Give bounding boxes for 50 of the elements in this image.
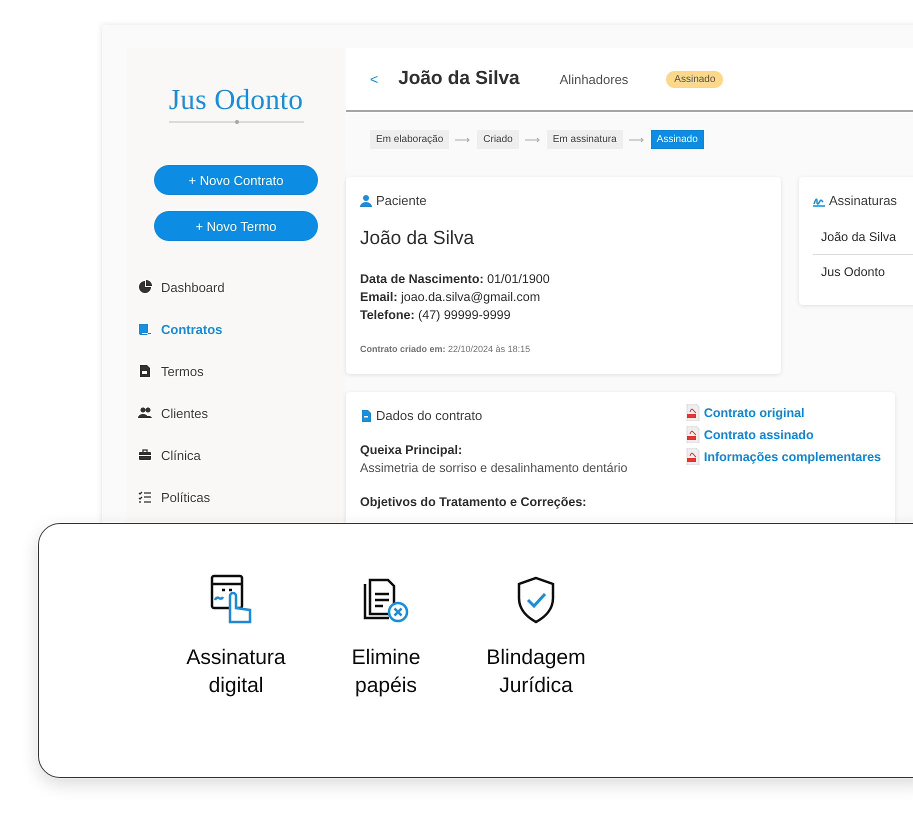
nav-icon xyxy=(138,490,152,504)
pdf-icon xyxy=(686,426,700,443)
feature-label: Elimine papéis xyxy=(352,645,420,699)
back-button[interactable]: < xyxy=(370,71,378,87)
new-button[interactable]: + Novo Contrato xyxy=(154,165,318,195)
section-text: Assimetria de sorriso e desalinhamento dentário xyxy=(360,461,628,475)
sidebar-item[interactable]: Clientes xyxy=(138,403,346,423)
patient-name: João da Silva xyxy=(360,228,476,250)
feature-label: Assinatura digital xyxy=(186,645,286,699)
sidebar-item[interactable]: Dashboard xyxy=(138,277,346,297)
file-link[interactable]: Contrato original xyxy=(686,404,881,421)
section-title: Queixa Principal: xyxy=(360,443,464,457)
file-link[interactable]: Informações complementares xyxy=(686,448,881,465)
sidebar-item[interactable]: Termos xyxy=(138,361,346,381)
subtitle: Alinhadores xyxy=(560,72,628,86)
pdf-icon xyxy=(686,448,700,465)
patient-field: Data de Nascimento: 01/01/1900 xyxy=(360,270,767,288)
card-heading: Paciente xyxy=(376,193,427,208)
nav-icon xyxy=(138,406,152,420)
page-title: João da Silva xyxy=(398,68,520,90)
sidebar-item[interactable]: Contratos xyxy=(138,319,346,339)
logo: Jus Odonto xyxy=(168,84,304,117)
status-step: Assinado xyxy=(650,130,704,149)
arrow-icon xyxy=(628,136,645,142)
document-icon xyxy=(360,410,372,422)
nav-icon xyxy=(138,364,152,378)
feature-label: Blindagem Jurídica xyxy=(486,645,586,699)
arrow-icon xyxy=(524,136,541,142)
patient-field: Email: joao.da.silva@gmail.com xyxy=(360,288,767,306)
file-link[interactable]: Contrato assinado xyxy=(686,426,881,443)
status-badge: Assinado xyxy=(666,70,724,88)
card-heading: Dados do contrato xyxy=(376,408,482,423)
new-button[interactable]: + Novo Termo xyxy=(154,211,318,241)
patient-field: Telefone: (47) 99999-9999 xyxy=(360,306,767,324)
sidebar-item[interactable]: Clínica xyxy=(138,445,346,465)
pdf-icon xyxy=(686,404,700,421)
signer-row-text: Jus Odonto xyxy=(820,264,886,281)
section-title: Objetivos do Tratamento e Correções: xyxy=(360,495,588,509)
nav-icon xyxy=(138,322,152,336)
person-icon xyxy=(360,194,372,206)
card-heading: Assinaturas xyxy=(829,193,897,208)
status-step: Em elaboração xyxy=(370,130,450,149)
status-step: Em assinatura xyxy=(546,130,623,149)
signer-row: João da Silva xyxy=(813,220,913,255)
sidebar-item[interactable]: Políticas xyxy=(138,487,346,507)
nav-icon xyxy=(138,448,152,462)
created-date: Contrato criado em: 22/10/2024 às 18:15 xyxy=(360,344,532,354)
status-step: Criado xyxy=(477,130,519,149)
arrow-icon xyxy=(455,136,472,142)
nav-icon xyxy=(138,280,152,294)
